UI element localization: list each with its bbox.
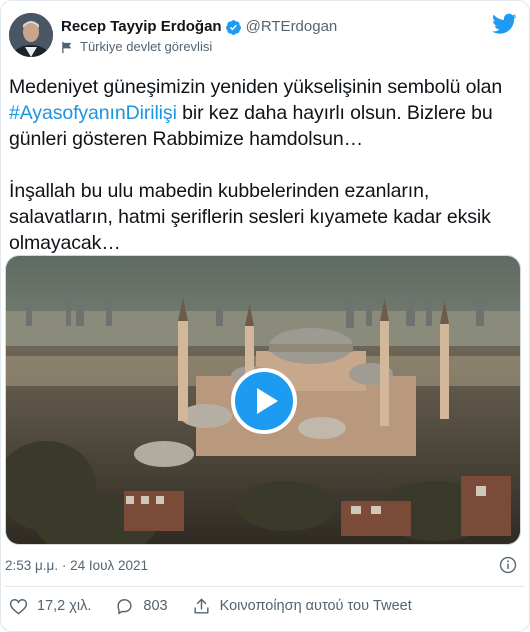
- tweet-actions: 17,2 χιλ. 803 Κοινοποίηση αυτού του Twee…: [9, 594, 436, 618]
- verified-badge-icon: [225, 19, 242, 36]
- tweet-text-part1: Medeniyet güneşimizin yeniden yükselişin…: [9, 76, 503, 98]
- info-icon[interactable]: [499, 556, 517, 574]
- author-handle[interactable]: @RTErdogan: [246, 17, 338, 37]
- flag-icon: [61, 41, 74, 54]
- share-label: Κοινοποίηση αυτού του Tweet: [219, 598, 412, 614]
- tweet-card: Recep Tayyip Erdoğan @RTErdogan Türkiye …: [0, 0, 530, 632]
- tweet-text-paragraph2: İnşallah bu ulu mabedin kubbelerinden ez…: [9, 180, 491, 254]
- divider: [5, 586, 525, 587]
- video-player[interactable]: [5, 255, 521, 545]
- tweet-timestamp[interactable]: 2:53 μ.μ. · 24 Ιουλ 2021: [5, 558, 148, 573]
- tweet-text: Medeniyet güneşimizin yeniden yükselişin…: [9, 74, 521, 256]
- author-avatar[interactable]: [9, 13, 53, 57]
- play-button[interactable]: [231, 368, 297, 434]
- tweet-header: Recep Tayyip Erdoğan @RTErdogan Türkiye …: [9, 13, 517, 63]
- twitter-bird-icon[interactable]: [492, 13, 517, 35]
- share-icon: [194, 598, 209, 614]
- share-button[interactable]: Κοινοποίηση αυτού του Tweet: [192, 597, 412, 616]
- reply-bubble-icon: [117, 598, 132, 614]
- author-name[interactable]: Recep Tayyip Erdoğan: [61, 17, 222, 37]
- tweet-meta: 2:53 μ.μ. · 24 Ιουλ 2021: [5, 556, 517, 576]
- hashtag-link[interactable]: #AyasofyanınDirilişi: [9, 102, 177, 124]
- like-button[interactable]: 17,2 χιλ.: [9, 597, 91, 616]
- reply-count: 803: [143, 598, 168, 614]
- like-count: 17,2 χιλ.: [37, 598, 92, 614]
- reply-button[interactable]: 803: [115, 597, 168, 616]
- account-label[interactable]: Türkiye devlet görevlisi: [80, 38, 212, 56]
- author-block: Recep Tayyip Erdoğan @RTErdogan Türkiye …: [61, 17, 337, 56]
- heart-icon: [9, 598, 28, 615]
- play-icon: [257, 388, 278, 414]
